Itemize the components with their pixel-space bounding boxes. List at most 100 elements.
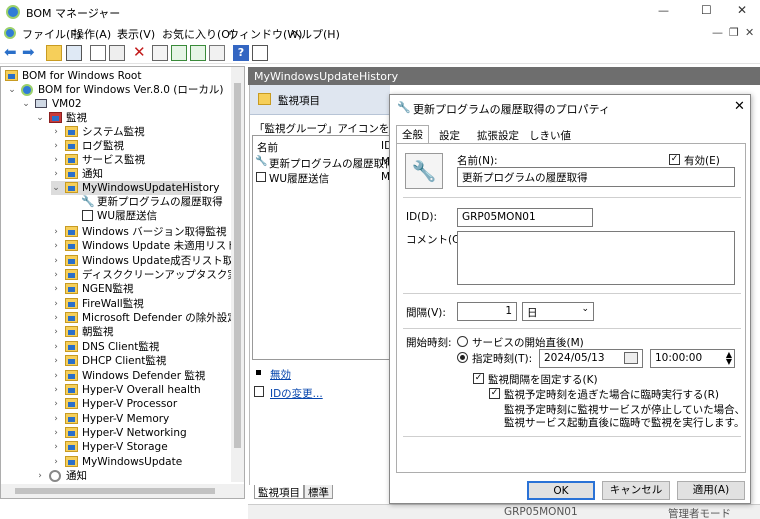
chevron-right-icon[interactable]: › xyxy=(51,383,61,397)
properties-icon[interactable] xyxy=(152,45,168,61)
monitor-item-icon xyxy=(258,93,271,105)
date-picker[interactable]: 2024/05/13 xyxy=(539,349,643,368)
chevron-right-icon[interactable]: › xyxy=(51,282,61,296)
scroll-thumb[interactable] xyxy=(15,488,215,494)
tree-vertical-scrollbar[interactable] xyxy=(231,67,244,482)
app-menu-icon[interactable] xyxy=(4,27,16,39)
help-icon[interactable]: ? xyxy=(233,45,249,61)
show-tree-icon[interactable] xyxy=(66,45,82,61)
maximize-button[interactable]: ☐ xyxy=(701,3,712,17)
child-minimize-button[interactable]: — xyxy=(712,26,723,39)
chevron-right-icon[interactable]: › xyxy=(51,268,61,282)
list-view[interactable]: 名前 ID 🔧 更新プログラムの履歴取得 M WU履歴送信 M xyxy=(252,135,395,360)
copy-icon[interactable] xyxy=(90,45,106,61)
enabled-label: 有効(E) xyxy=(684,155,720,167)
tab-settings[interactable]: 設定 xyxy=(434,127,465,143)
id-field[interactable]: GRP05MON01 xyxy=(457,208,593,227)
specified-time-radio[interactable] xyxy=(457,352,468,363)
group-icon xyxy=(65,182,78,193)
group-icon xyxy=(65,340,78,352)
forward-icon[interactable]: ➡ xyxy=(22,45,38,61)
computer-icon xyxy=(35,99,47,108)
chevron-right-icon[interactable]: › xyxy=(51,340,61,354)
app-icon xyxy=(6,5,20,19)
chevron-right-icon[interactable]: › xyxy=(51,455,61,469)
chevron-right-icon[interactable]: › xyxy=(51,354,61,368)
chevron-right-icon[interactable]: › xyxy=(51,311,61,325)
column-header-name[interactable]: 名前 xyxy=(257,140,278,155)
up-folder-icon[interactable] xyxy=(46,45,62,61)
tab-extended[interactable]: 拡張設定 xyxy=(472,127,524,143)
chevron-down-icon[interactable]: ⌄ xyxy=(51,181,61,195)
comment-field[interactable] xyxy=(457,231,735,285)
menu-action[interactable]: 操作(A) xyxy=(73,26,111,42)
tree-view[interactable]: BOM for Windows Root ⌄ BOM for Windows V… xyxy=(0,66,245,499)
interval-unit-select[interactable]: 日 ⌄ xyxy=(522,302,594,321)
menu-help[interactable]: ヘルプ(H) xyxy=(290,26,340,42)
export-icon[interactable] xyxy=(190,45,206,61)
interval-field[interactable]: 1 xyxy=(457,302,517,321)
list-item[interactable]: 🔧 更新プログラムの履歴取得 M xyxy=(255,156,395,170)
chevron-right-icon[interactable]: › xyxy=(51,167,61,181)
apply-button[interactable]: 適用(A) xyxy=(677,481,745,500)
group-icon xyxy=(65,297,78,309)
tree-horizontal-scrollbar[interactable] xyxy=(1,484,244,498)
chevron-right-icon[interactable]: › xyxy=(51,325,61,339)
enabled-checkbox[interactable]: ✓ xyxy=(669,154,680,165)
chevron-right-icon[interactable]: › xyxy=(51,139,61,153)
delete-icon[interactable]: ✕ xyxy=(133,45,149,61)
ok-button[interactable]: OK xyxy=(527,481,595,500)
panel-title: 監視項目 xyxy=(278,95,320,107)
chevron-right-icon[interactable]: › xyxy=(51,412,61,426)
cancel-button[interactable]: キャンセル xyxy=(602,481,670,500)
scroll-thumb[interactable] xyxy=(234,83,241,448)
bottom-tab-standard[interactable]: 標準 xyxy=(304,485,333,499)
command-icon xyxy=(82,210,93,221)
paste-icon[interactable] xyxy=(109,45,125,61)
back-icon[interactable]: ⬅ xyxy=(4,45,20,61)
change-id-link[interactable]: IDの変更... xyxy=(270,386,323,401)
dialog-close-button[interactable]: ✕ xyxy=(734,99,745,114)
chevron-right-icon[interactable]: › xyxy=(51,426,61,440)
chevron-right-icon[interactable]: › xyxy=(51,225,61,239)
tab-threshold[interactable]: しきい値 xyxy=(524,127,576,143)
chevron-down-icon[interactable]: ⌄ xyxy=(7,83,17,97)
chevron-right-icon[interactable]: › xyxy=(51,440,61,454)
chevron-right-icon[interactable]: › xyxy=(51,297,61,311)
notify-icon xyxy=(49,470,61,482)
bottom-tab-monitor-items[interactable]: 監視項目 xyxy=(254,485,304,499)
list-item[interactable]: WU履歴送信 M xyxy=(255,171,390,185)
child-restore-button[interactable]: ❐ xyxy=(729,26,739,39)
run-immediately-checkbox[interactable]: ✓ xyxy=(489,388,500,399)
tools-icon: 🔧 xyxy=(397,101,411,114)
chevron-right-icon[interactable]: › xyxy=(51,254,61,268)
chevron-right-icon[interactable]: › xyxy=(51,239,61,253)
console-icon[interactable] xyxy=(252,45,268,61)
minimize-button[interactable]: — xyxy=(658,4,669,17)
chevron-right-icon[interactable]: › xyxy=(51,369,61,383)
tree-group-selected[interactable]: ⌄ MyWindowsUpdateHistory xyxy=(51,181,220,195)
folder-icon xyxy=(5,70,18,81)
chevron-right-icon[interactable]: › xyxy=(51,125,61,139)
tab-general[interactable]: 全般 xyxy=(396,125,429,144)
chevron-right-icon[interactable]: › xyxy=(51,397,61,411)
time-picker[interactable]: 10:00:00 ▲ ▼ xyxy=(650,349,735,368)
name-field[interactable]: 更新プログラムの履歴取得 xyxy=(457,167,735,187)
disable-link[interactable]: 無効 xyxy=(270,367,291,382)
import-icon[interactable] xyxy=(209,45,225,61)
name-label: 名前(N): xyxy=(457,155,498,167)
refresh-icon[interactable] xyxy=(171,45,187,61)
chevron-right-icon[interactable]: › xyxy=(35,469,45,483)
spinner-icon[interactable]: ▲ ▼ xyxy=(726,351,732,366)
chevron-down-icon[interactable]: ⌄ xyxy=(21,97,31,111)
group-icon xyxy=(65,283,78,295)
child-close-button[interactable]: ✕ xyxy=(745,26,754,39)
chevron-down-icon[interactable]: ⌄ xyxy=(35,111,45,125)
chevron-right-icon[interactable]: › xyxy=(51,153,61,167)
service-start-radio[interactable] xyxy=(457,336,468,347)
menu-view[interactable]: 表示(V) xyxy=(117,26,155,42)
properties-dialog: 🔧 更新プログラムの履歴取得のプロパティ ✕ 全般 設定 拡張設定 しきい値 🔧… xyxy=(389,94,751,504)
close-button[interactable]: ✕ xyxy=(737,3,747,17)
fixed-interval-checkbox[interactable]: ✓ xyxy=(473,373,484,384)
menu-favorites[interactable]: お気に入り(O) xyxy=(162,26,234,42)
